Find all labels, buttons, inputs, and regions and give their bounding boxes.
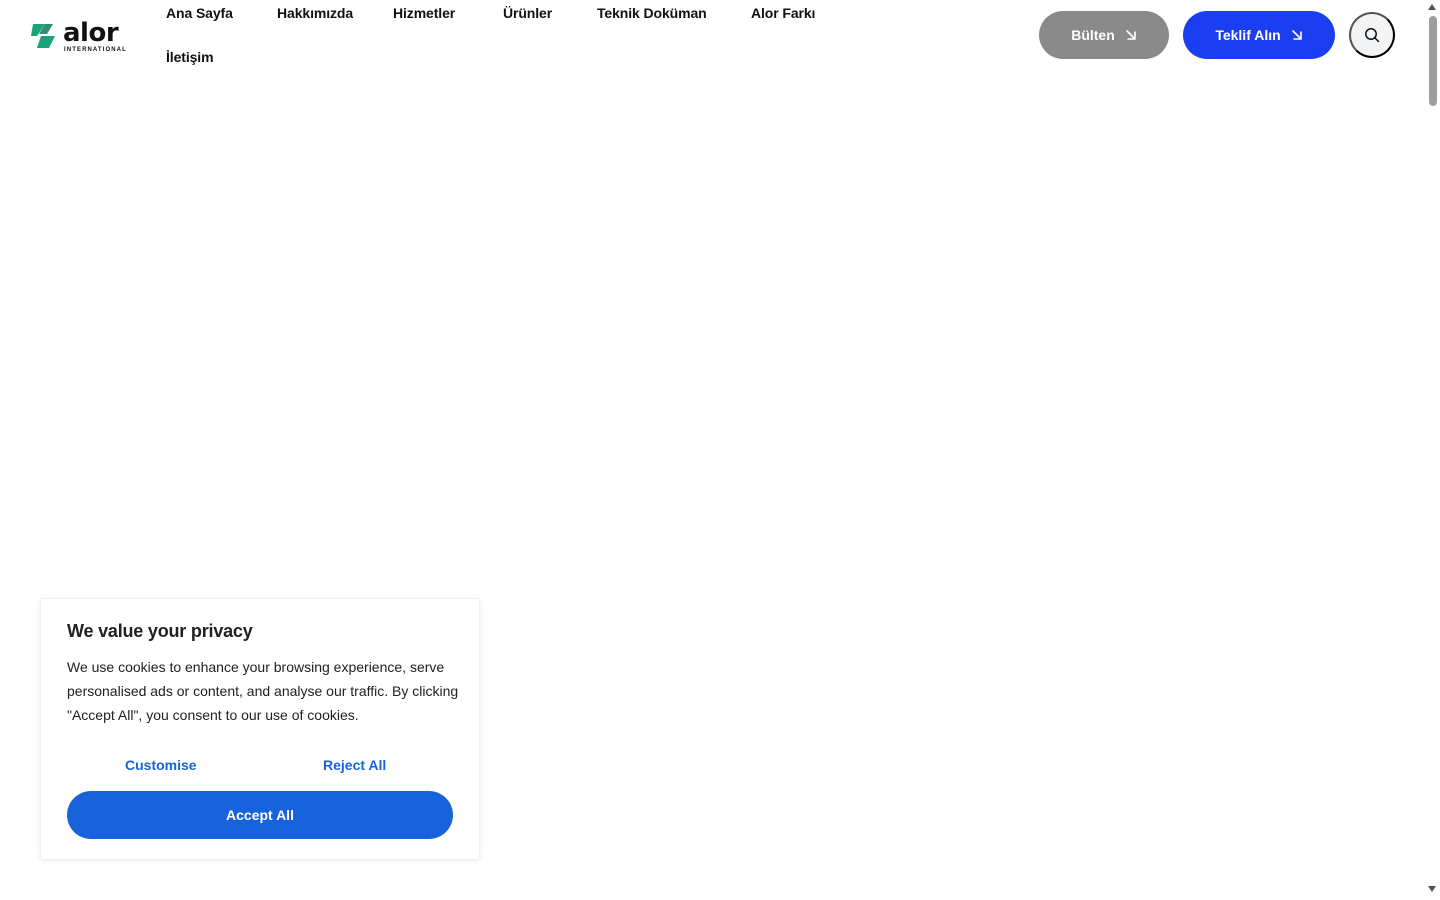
nav-item-hakkimizda[interactable]: Hakkımızda — [277, 5, 353, 21]
arrow-down-right-icon — [1125, 30, 1136, 40]
page-scrollbar[interactable] — [1426, 0, 1440, 900]
nav-item-hizmetler[interactable]: Hizmetler — [393, 5, 455, 21]
alor-logo-icon — [31, 24, 55, 48]
nav-item-alor-farki[interactable]: Alor Farkı — [751, 5, 815, 21]
search-button[interactable] — [1349, 12, 1395, 58]
brand-name: alor — [63, 17, 119, 48]
teklif-alin-button[interactable]: Teklif Alın — [1183, 11, 1335, 59]
nav-item-teknik-dokuman[interactable]: Teknik Doküman — [597, 5, 707, 21]
cookie-description: We use cookies to enhance your browsing … — [67, 659, 459, 723]
scroll-down-arrow-icon[interactable] — [1428, 886, 1436, 892]
bulten-button[interactable]: Bülten — [1039, 11, 1169, 59]
search-icon — [1365, 28, 1380, 43]
arrow-down-right-icon — [1291, 30, 1302, 40]
site-header: alor INTERNATIONAL Ana Sayfa Hakkımızda … — [0, 0, 1426, 90]
reject-all-button[interactable]: Reject All — [323, 757, 386, 773]
bulten-button-label: Bülten — [1071, 27, 1115, 43]
brand-subtitle: INTERNATIONAL — [64, 46, 127, 53]
scrollbar-thumb[interactable] — [1429, 16, 1437, 106]
scroll-up-arrow-icon[interactable] — [1428, 4, 1436, 10]
nav-item-iletisim[interactable]: İletişim — [166, 49, 214, 65]
nav-item-ana-sayfa[interactable]: Ana Sayfa — [166, 5, 233, 21]
brand-logo[interactable]: alor INTERNATIONAL — [29, 19, 141, 53]
brand-wordmark: alor INTERNATIONAL — [63, 20, 127, 53]
teklif-alin-button-label: Teklif Alın — [1215, 27, 1281, 43]
customise-button[interactable]: Customise — [125, 757, 197, 773]
cookie-consent-banner: We value your privacy We use cookies to … — [40, 598, 480, 860]
accept-all-button[interactable]: Accept All — [67, 791, 453, 839]
nav-item-urunler[interactable]: Ürünler — [503, 5, 552, 21]
cookie-title: We value your privacy — [67, 621, 253, 641]
